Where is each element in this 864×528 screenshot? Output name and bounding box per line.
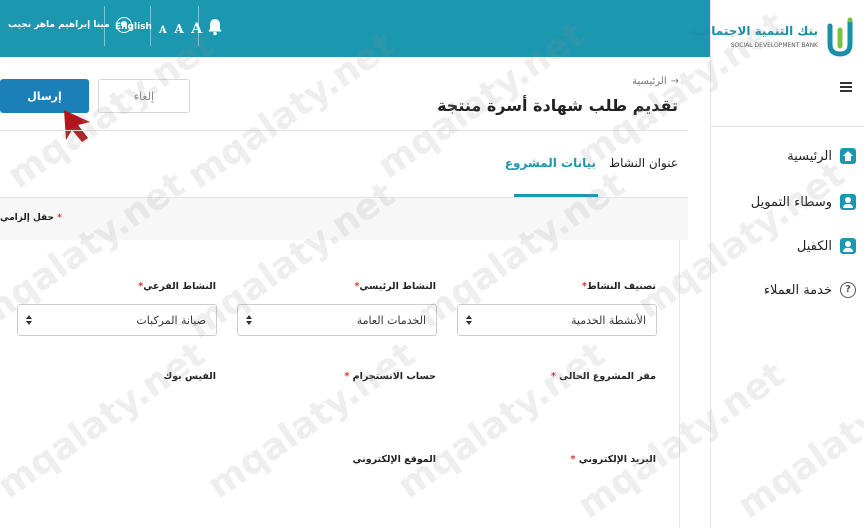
breadcrumb: → الرئيسية [632,76,679,87]
arrow-right-icon: → [670,76,679,87]
user-menu[interactable]: مينا إبراهيم ماهر نجيب [8,17,132,33]
sidebar-item-guarantor[interactable]: الكفيل [797,238,856,254]
label-text: النشاط الرئيسي [359,281,436,292]
required-note: * حقل إلزامي [0,213,62,223]
instagram-label: حساب الانستجرام * [344,371,436,382]
sidebar-item-label: الكفيل [796,238,832,254]
help-icon: ? [840,282,856,298]
logo-arabic-name: بنك التنمية الاجتماعية [690,24,818,38]
bank-logo[interactable]: بنك التنمية الاجتماعية SOCIAL DEVELOPMEN… [691,14,854,62]
sub-activity-label: النشاط الفرعي* [138,281,216,292]
form-panel [0,240,680,528]
label-text: البريد الإلكتروني [578,454,656,465]
required-note-strip [0,198,688,240]
cancel-button[interactable]: إلغاء [98,79,190,113]
separator [150,6,151,46]
font-size-controls: A A A [159,18,203,37]
required-note-text: حقل إلزامي [0,213,54,223]
tab-activity-address[interactable]: عنوان النشاط [609,156,678,170]
divider [0,130,688,131]
facebook-label: الفيس بوك [163,371,216,382]
person-icon [840,194,856,210]
website-label: الموقع الإلكتروني [352,454,436,465]
separator [104,6,105,46]
main-activity-label: النشاط الرئيسي* [354,281,436,292]
divider [711,126,864,127]
select-arrows-icon [26,315,32,325]
sidebar-item-customer-service[interactable]: ? خدمة العملاء [764,282,856,298]
font-size-small[interactable]: A [159,25,168,36]
sidebar-item-home[interactable]: الرئيسية [787,148,856,164]
pointer-arrow-icon [64,110,90,142]
current-location-label: مقر المشروع الحالى * [551,371,656,382]
breadcrumb-home[interactable]: الرئيسية [632,76,666,87]
label-text: تصنيف النشاط [586,281,656,292]
menu-toggle-icon[interactable] [840,82,852,92]
selected-value: الخدمات العامة [356,313,426,327]
tab-project-data[interactable]: بيانات المشروع [505,156,596,170]
required-mark: * [570,454,576,465]
required-mark: * [344,371,350,382]
bell-icon[interactable] [207,18,223,36]
required-mark: * [57,213,62,223]
page-title: تقديم طلب شهادة أسرة منتجة [437,96,678,115]
separator [198,6,199,46]
select-arrows-icon [246,315,252,325]
required-mark: * [550,371,556,382]
sidebar-item-label: خدمة العملاء [763,282,832,298]
user-name: مينا إبراهيم ماهر نجيب [8,20,110,30]
selected-value: الأنشطة الخدمية [570,313,646,327]
selected-value: صيانة المركبات [136,313,206,327]
sidebar-item-label: وسطاء التمويل [750,194,832,210]
sidebar-item-finance-intermediaries[interactable]: وسطاء التمويل [751,194,856,210]
activity-category-label: تصنيف النشاط* [582,281,656,292]
email-label: البريد الإلكتروني * [570,454,656,465]
logo-english-name: SOCIAL DEVELOPMENT BANK [730,42,818,49]
person-icon [840,238,856,254]
label-text: مقر المشروع الحالى [559,371,656,382]
select-arrows-icon [466,315,472,325]
sidebar-item-label: الرئيسية [787,148,832,164]
font-size-medium[interactable]: A [174,22,184,36]
home-icon [840,148,856,164]
main-activity-select[interactable]: الخدمات العامة [237,304,437,336]
top-bar: مينا إبراهيم ماهر نجيب English A A A [0,0,710,57]
activity-category-select[interactable]: الأنشطة الخدمية [457,304,657,336]
label-text: حساب الانستجرام [352,371,436,382]
divider [0,197,688,198]
sub-activity-select[interactable]: صيانة المركبات [17,304,217,336]
sidebar: بنك التنمية الاجتماعية SOCIAL DEVELOPMEN… [691,0,864,528]
logo-mark-icon [827,17,853,57]
language-toggle[interactable]: English [115,22,152,32]
label-text: النشاط الفرعي [143,281,216,292]
